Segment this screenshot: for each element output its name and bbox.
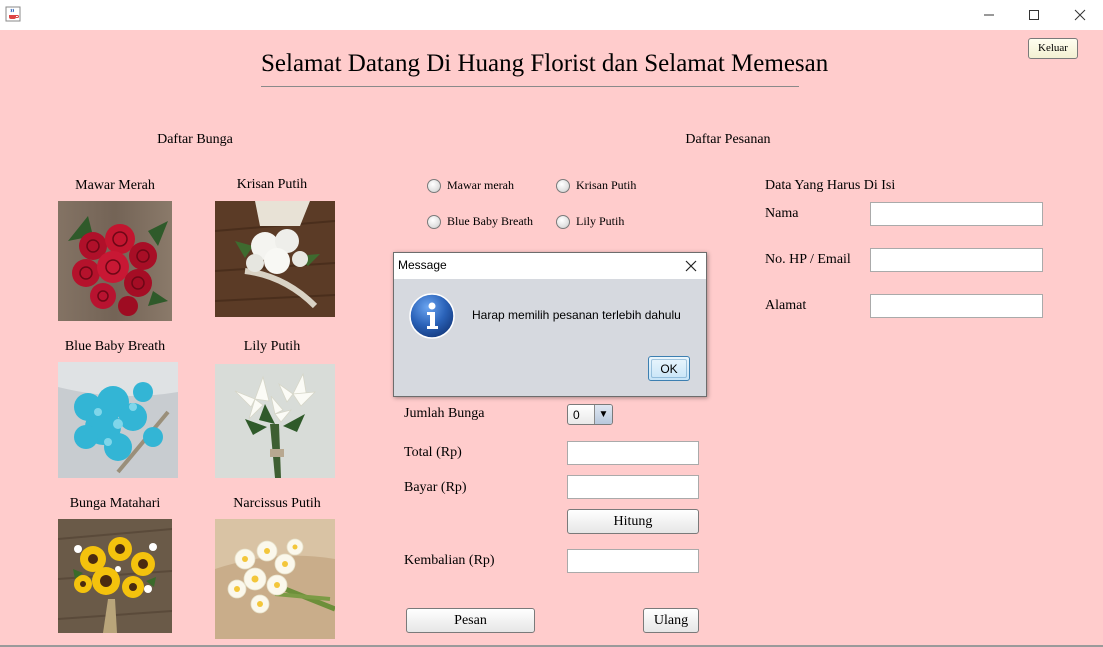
contact-label: No. HP / Email [765, 252, 851, 267]
name-field[interactable] [870, 202, 1043, 226]
radio-label-lily-putih: Lily Putih [576, 214, 625, 228]
minimize-button[interactable] [966, 0, 1012, 30]
photo-narcissus-putih [215, 519, 335, 639]
page-title: Selamat Datang Di Huang Florist dan Sela… [261, 50, 829, 77]
order-list-heading: Daftar Pesanan [685, 132, 771, 147]
calculate-button[interactable]: Hitung [567, 509, 699, 534]
window-titlebar [0, 0, 1103, 30]
close-icon [1074, 9, 1086, 21]
order-button[interactable]: Pesan [406, 608, 535, 633]
quantity-value: 0 [573, 408, 580, 422]
customer-section-label: Data Yang Harus Di Isi [765, 178, 896, 193]
radio-lily-putih[interactable] [556, 215, 570, 229]
quantity-select[interactable]: 0 ▼ [567, 404, 613, 425]
info-icon [409, 293, 455, 344]
flower-name-krisan-putih: Krisan Putih [236, 177, 308, 192]
flower-name-bunga-matahari: Bunga Matahari [69, 496, 161, 511]
radio-mawar-merah[interactable] [427, 179, 441, 193]
radio-label-mawar-merah: Mawar merah [447, 178, 514, 192]
address-field[interactable] [870, 294, 1043, 318]
change-label: Kembalian (Rp) [404, 553, 495, 568]
ok-button[interactable]: OK [648, 356, 690, 381]
total-label: Total (Rp) [404, 445, 462, 460]
photo-mawar-merah [58, 201, 172, 321]
photo-blue-baby-breath [58, 362, 178, 478]
contact-field[interactable] [870, 248, 1043, 272]
title-underline [261, 86, 799, 87]
quantity-label: Jumlah Bunga [404, 406, 485, 421]
flower-list-heading: Daftar Bunga [157, 132, 233, 147]
dialog-close-button[interactable] [684, 259, 698, 273]
photo-lily-putih [215, 364, 335, 478]
exit-button[interactable]: Keluar [1028, 38, 1078, 59]
java-cup-icon [5, 6, 21, 22]
pay-field[interactable] [567, 475, 699, 499]
radio-label-blue-baby-breath: Blue Baby Breath [447, 214, 533, 228]
name-label: Nama [765, 206, 799, 221]
flower-name-mawar-merah: Mawar Merah [75, 178, 155, 193]
minimize-icon [984, 14, 994, 16]
dialog-title: Message [398, 258, 447, 272]
flower-name-narcissus-putih: Narcissus Putih [233, 496, 321, 511]
total-field[interactable] [567, 441, 699, 465]
maximize-icon [1029, 10, 1039, 20]
close-icon [685, 260, 697, 272]
photo-krisan-putih [215, 201, 335, 317]
radio-label-krisan-putih: Krisan Putih [576, 178, 637, 192]
message-dialog: Message Harap memilih pesanan terlebih d… [393, 252, 707, 397]
photo-bunga-matahari [58, 519, 172, 633]
change-field[interactable] [567, 549, 699, 573]
flower-name-blue-baby-breath: Blue Baby Breath [64, 339, 166, 354]
address-label: Alamat [765, 298, 807, 313]
reset-button[interactable]: Ulang [643, 608, 699, 633]
dialog-message: Harap memilih pesanan terlebih dahulu [472, 308, 681, 322]
maximize-button[interactable] [1011, 0, 1057, 30]
flower-name-lily-putih: Lily Putih [243, 339, 301, 354]
close-button[interactable] [1057, 0, 1103, 30]
dialog-titlebar: Message [394, 253, 706, 279]
radio-blue-baby-breath[interactable] [427, 215, 441, 229]
radio-krisan-putih[interactable] [556, 179, 570, 193]
pay-label: Bayar (Rp) [404, 480, 467, 495]
chevron-down-icon[interactable]: ▼ [594, 405, 612, 424]
